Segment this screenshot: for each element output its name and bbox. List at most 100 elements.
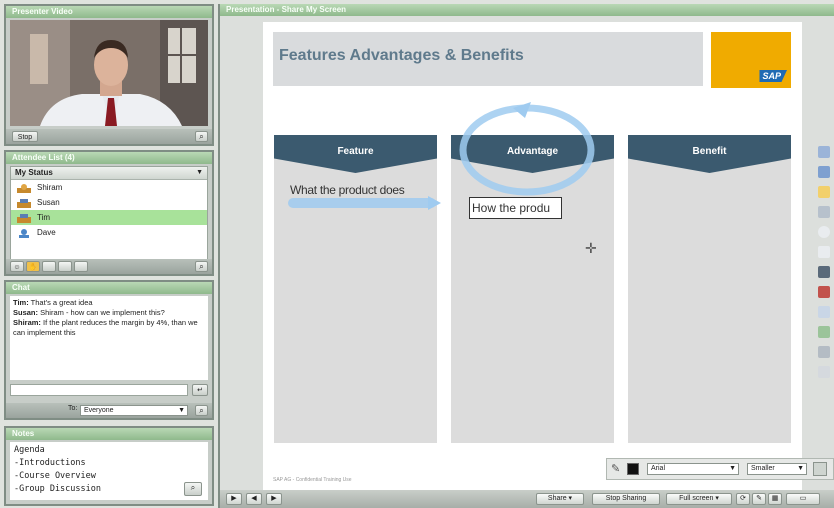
color-swatch[interactable]: [627, 463, 639, 475]
line-tool-icon[interactable]: [818, 206, 830, 218]
chat-pod-title: Chat: [6, 282, 212, 294]
notes-line: -Group Discussion: [14, 484, 101, 494]
stamp-tool-icon[interactable]: [818, 286, 830, 298]
zoom-tool-icon[interactable]: [818, 306, 830, 318]
chat-message: Susan: Shiram - how can we implement thi…: [13, 308, 165, 317]
next-icon[interactable]: ▶: [266, 493, 282, 505]
size-dropdown[interactable]: Smaller ▼: [747, 463, 807, 475]
attendee-row-selected[interactable]: Tim: [11, 210, 207, 225]
feature-text: What the product does: [290, 183, 405, 197]
slide-title: Features Advantages & Benefits: [279, 47, 524, 64]
video-pod-title: Presenter Video: [6, 6, 212, 18]
chat-pod: Chat Tim: That's a great idea Susan: Shi…: [4, 280, 214, 420]
away-icon[interactable]: [74, 261, 88, 272]
host-icon: [17, 213, 31, 223]
chevron-down-icon: ▼: [797, 465, 804, 472]
pencil-tool-icon[interactable]: [818, 166, 830, 178]
attendees-options-icon[interactable]: ⌕: [195, 261, 208, 272]
prev-icon[interactable]: ◀: [246, 493, 262, 505]
chat-recipient-dropdown[interactable]: Everyone ▼: [80, 405, 188, 416]
benefit-header: Benefit: [628, 135, 791, 173]
toolbar-toggle-icon[interactable]: [813, 462, 827, 476]
share-pod-title: Presentation - Share My Screen: [220, 4, 834, 16]
video-options-icon[interactable]: ⌕: [195, 131, 208, 142]
fullscreen-button[interactable]: Full screen ▾: [666, 493, 732, 505]
grid-icon[interactable]: ▦: [768, 493, 782, 505]
slide-footer: SAP AG - Confidential Training Use: [273, 477, 352, 483]
raise-hand-icon[interactable]: ✋: [26, 261, 40, 272]
chevron-down-icon: ▼: [178, 407, 185, 414]
notes-line: -Introductions: [14, 458, 86, 468]
chat-options-icon[interactable]: ⌕: [195, 405, 208, 416]
text-tool-icon[interactable]: [818, 266, 830, 278]
stop-video-button[interactable]: Stop: [12, 131, 38, 142]
sap-logo: SAP: [711, 32, 791, 88]
my-status-dropdown[interactable]: My Status ▼: [11, 167, 207, 180]
share-button[interactable]: Share ▾: [536, 493, 584, 505]
chat-input[interactable]: [10, 384, 188, 396]
attendee-row[interactable]: Susan: [11, 195, 207, 210]
clear-tool-icon[interactable]: [818, 366, 830, 378]
notes-content[interactable]: Agenda -Introductions -Course Overview -…: [10, 442, 208, 500]
host-icon: [17, 198, 31, 208]
drawing-toolbar: ✎ Arial ▼ Smaller ▼: [606, 458, 834, 480]
feature-column: Feature What the product does: [274, 135, 437, 443]
attendee-row[interactable]: Dave: [11, 225, 207, 240]
chat-to-label: To:: [68, 405, 78, 412]
play-icon[interactable]: ▶: [226, 493, 242, 505]
send-button[interactable]: ↵: [192, 384, 208, 396]
attendee-name: Shiram: [37, 183, 63, 192]
attendee-row[interactable]: Shiram: [11, 180, 207, 195]
sap-logo-text: SAP: [759, 70, 787, 82]
chevron-down-icon: ▼: [196, 169, 203, 176]
presentation-slide: Features Advantages & Benefits SAP Featu…: [263, 22, 802, 490]
attendee-name: Dave: [37, 228, 56, 237]
sync-icon[interactable]: ⟳: [736, 493, 750, 505]
whiteboard-tools: [816, 140, 832, 470]
my-status-label: My Status: [15, 168, 53, 177]
chat-message: Shiram: If the plant reduces the margin …: [13, 318, 198, 337]
chat-recipient-value: Everyone: [84, 407, 114, 414]
share-button-label: Share: [547, 495, 567, 502]
fullscreen-button-label: Full screen: [679, 495, 714, 502]
draw-icon[interactable]: ✎: [752, 493, 766, 505]
chat-pod-footer: To: Everyone ▼ ⌕: [6, 403, 212, 418]
highlighter-tool-icon[interactable]: [818, 186, 830, 198]
notes-options-icon[interactable]: ⌕: [184, 482, 202, 496]
slide-title-bar: Features Advantages & Benefits: [273, 32, 703, 86]
notes-pod-title: Notes: [6, 428, 212, 440]
attendees-pod-footer: ☺ ✋ ⌕: [6, 259, 212, 274]
font-dropdown[interactable]: Arial ▼: [647, 463, 739, 475]
video-pod-footer: Stop ⌕: [6, 129, 212, 144]
feature-header: Feature: [274, 135, 437, 173]
advantage-text-box[interactable]: How the produ: [469, 197, 562, 219]
font-value: Arial: [651, 465, 666, 472]
video-pod: Presenter Video Stop ⌕: [4, 4, 214, 146]
select-tool-icon[interactable]: [818, 146, 830, 158]
chat-messages: Tim: That's a great idea Susan: Shiram -…: [10, 296, 208, 380]
benefit-column: Benefit: [628, 135, 791, 443]
stop-sharing-button[interactable]: Stop Sharing: [592, 493, 660, 505]
chat-message: Tim: That's a great idea: [13, 298, 93, 307]
crosshair-cursor-icon: ✛: [585, 240, 597, 256]
presenter-icon: [17, 183, 31, 193]
rectangle-tool-icon[interactable]: [818, 246, 830, 258]
share-bottom-bar: ▶ ◀ ▶ Share ▾ Stop Sharing Full screen ▾…: [220, 490, 834, 508]
agree-icon[interactable]: [42, 261, 56, 272]
notes-line: Agenda: [14, 445, 45, 455]
notes-pod: Notes Agenda -Introductions -Course Over…: [4, 426, 214, 506]
advantage-column: Advantage How the produ: [451, 135, 614, 443]
disagree-icon[interactable]: [58, 261, 72, 272]
undo-tool-icon[interactable]: [818, 326, 830, 338]
presenter-video: [10, 20, 208, 126]
options-menu-icon[interactable]: ▭: [786, 493, 820, 505]
attendees-pod: Attendee List (4) My Status ▼ Shiram Sus…: [4, 150, 214, 276]
chevron-down-icon: ▼: [729, 465, 736, 472]
size-value: Smaller: [751, 465, 775, 472]
status-icon[interactable]: ☺: [10, 261, 24, 272]
advantage-header: Advantage: [451, 135, 614, 173]
redo-tool-icon[interactable]: [818, 346, 830, 358]
attendee-name: Susan: [37, 198, 60, 207]
ellipse-tool-icon[interactable]: [818, 226, 830, 238]
pen-icon[interactable]: ✎: [611, 462, 620, 475]
